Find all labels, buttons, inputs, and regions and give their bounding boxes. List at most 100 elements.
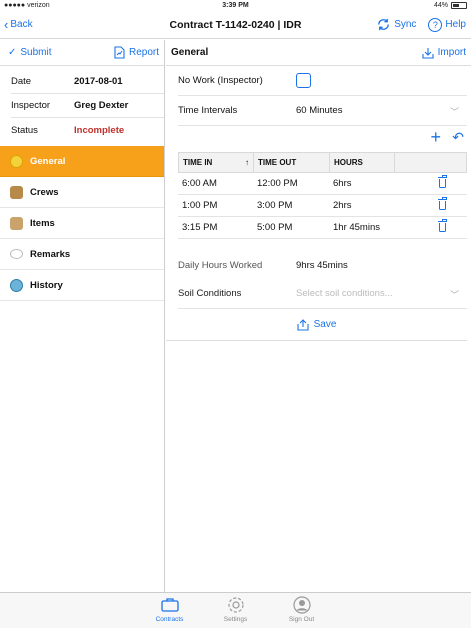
time-intervals-select[interactable]: Time Intervals 60 Minutes ﹀ [178, 96, 467, 126]
help-label: Help [445, 19, 466, 30]
table-actions: + ↶ [166, 126, 471, 152]
sidebar-item-label: Crews [30, 186, 59, 198]
briefcase-icon [160, 596, 180, 614]
tab-bar: Contracts Settings Sign Out [0, 592, 471, 628]
table-row[interactable]: 6:00 AM 12:00 PM 6hrs [178, 173, 467, 195]
info-row-status: Status Incomplete [11, 118, 164, 142]
sidebar-item-label: General [30, 155, 66, 167]
crews-icon [10, 185, 23, 199]
sidebar-item-general[interactable]: General [0, 146, 164, 177]
column-header-hours[interactable]: HOURS [330, 153, 395, 172]
sidebar-item-label: Remarks [30, 248, 71, 260]
general-panel: General Import No Work (Inspector) Time … [166, 40, 471, 592]
no-work-label: No Work (Inspector) [178, 75, 263, 86]
delete-icon[interactable] [438, 219, 447, 232]
time-out-cell: 3:00 PM [257, 200, 293, 211]
chevron-down-icon: ﹀ [449, 290, 459, 300]
daily-hours-label: Daily Hours Worked [178, 259, 263, 271]
time-in-cell: 1:00 PM [182, 200, 218, 211]
soil-conditions-placeholder: Select soil conditions... [296, 288, 393, 299]
report-icon [114, 46, 125, 59]
sort-asc-icon: ↑ [245, 158, 249, 167]
sidebar-item-items[interactable]: Items [0, 208, 164, 239]
time-intervals-label: Time Intervals [178, 105, 238, 116]
column-header-actions [395, 153, 466, 172]
save-icon [297, 318, 309, 331]
tab-contracts[interactable]: Contracts [146, 593, 194, 628]
contract-info: Date 2017-08-01 Inspector Greg Dexter St… [0, 66, 164, 142]
battery-percent: 44% [433, 2, 448, 9]
add-interval-button[interactable]: + [430, 127, 441, 148]
time-out-cell: 5:00 PM [257, 222, 293, 233]
delete-icon[interactable] [438, 175, 447, 188]
info-row-inspector: Inspector Greg Dexter [11, 94, 164, 118]
remarks-icon [10, 249, 23, 259]
daily-hours-value: 9hrs 45mins [296, 259, 348, 271]
submit-label: Submit [20, 47, 52, 58]
chevron-down-icon: ﹀ [449, 107, 459, 117]
navigation-bar: ‹ Back Contract T-1142-0240 | IDR Sync ?… [0, 13, 471, 39]
gear-icon [226, 596, 246, 614]
section-list: General Crews Items Remarks History [0, 146, 164, 301]
tab-label: Settings [223, 616, 248, 623]
sidebar-item-remarks[interactable]: Remarks [0, 239, 164, 270]
date-value: 2017-08-01 [74, 76, 123, 87]
status-label: Status [11, 124, 38, 136]
sidebar-item-history[interactable]: History [0, 270, 164, 301]
general-icon [10, 154, 23, 168]
import-label: Import [437, 47, 466, 58]
table-row[interactable]: 1:00 PM 3:00 PM 2hrs [178, 195, 467, 217]
import-icon [422, 47, 434, 59]
main-toolbar: General Import [166, 40, 471, 66]
time-intervals-value: 60 Minutes [296, 105, 343, 116]
date-label: Date [11, 76, 32, 87]
sidebar: ✓ Submit Report Date 2017-08-01 Inspecto… [0, 40, 165, 592]
soil-conditions-label: Soil Conditions [178, 288, 242, 299]
submit-button[interactable]: ✓ Submit [8, 47, 52, 58]
undo-icon[interactable]: ↶ [452, 129, 464, 146]
delete-icon[interactable] [438, 197, 447, 210]
import-button[interactable]: Import [422, 47, 466, 59]
checkmark-icon: ✓ [8, 47, 17, 58]
no-work-checkbox[interactable] [296, 73, 311, 88]
sidebar-item-crews[interactable]: Crews [0, 177, 164, 208]
sidebar-item-label: History [30, 279, 63, 291]
no-work-row: No Work (Inspector) [178, 66, 467, 96]
column-header-time-in[interactable]: TIME IN ↑ [179, 153, 254, 172]
sync-label: Sync [394, 19, 417, 30]
report-label: Report [128, 47, 159, 58]
tab-label: Contracts [155, 616, 184, 623]
time-out-cell: 12:00 PM [257, 178, 298, 189]
info-row-date: Date 2017-08-01 [11, 70, 164, 94]
column-header-time-out[interactable]: TIME OUT [254, 153, 330, 172]
user-icon [292, 596, 312, 614]
inspector-value: Greg Dexter [74, 100, 129, 111]
daily-hours-row: Daily Hours Worked 9hrs 45mins [178, 255, 467, 275]
help-button[interactable]: ? Help [428, 17, 466, 32]
time-in-cell: 6:00 AM [182, 178, 217, 189]
table-header: TIME IN ↑ TIME OUT HOURS [178, 152, 467, 173]
report-button[interactable]: Report [114, 46, 159, 59]
sync-icon [378, 18, 390, 31]
save-label: Save [313, 319, 337, 330]
tab-settings[interactable]: Settings [212, 593, 260, 628]
time-table: TIME IN ↑ TIME OUT HOURS 6:00 AM 12:00 P… [178, 152, 467, 239]
clock: 3:39 PM [222, 2, 249, 9]
save-button[interactable]: Save [166, 309, 467, 341]
hours-cell: 1hr 45mins [333, 222, 380, 233]
help-icon: ? [428, 17, 443, 32]
time-in-cell: 3:15 PM [182, 222, 218, 233]
tab-label: Sign Out [288, 616, 315, 623]
table-row[interactable]: 3:15 PM 5:00 PM 1hr 45mins [178, 217, 467, 239]
section-title: General [171, 47, 209, 58]
tab-sign-out[interactable]: Sign Out [278, 593, 326, 628]
items-icon [10, 216, 23, 230]
inspector-label: Inspector [11, 100, 51, 111]
battery-icon [451, 2, 467, 9]
hours-cell: 2hrs [333, 200, 352, 211]
status-bar: ●●●●● verizon 3:39 PM 44% [0, 0, 471, 12]
sync-button[interactable]: Sync [376, 17, 416, 32]
soil-conditions-select[interactable]: Soil Conditions Select soil conditions..… [178, 279, 467, 309]
sidebar-toolbar: ✓ Submit Report [0, 40, 164, 66]
battery-indicator: 44% [434, 2, 467, 9]
